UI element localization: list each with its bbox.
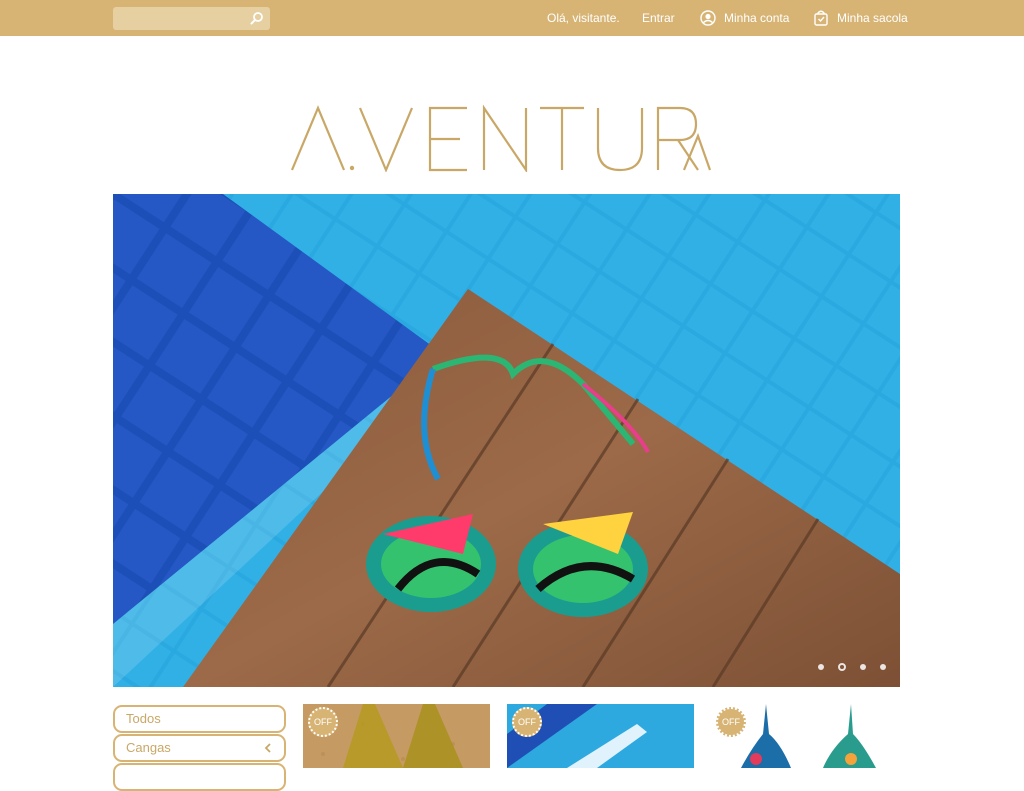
login-label[interactable]: Entrar [642,11,675,25]
carousel-dots [818,663,886,671]
carousel-dot[interactable] [880,664,886,670]
category-label: Cangas [126,740,171,755]
top-bar: Olá, visitante. Entrar Minha conta Minha… [0,0,1024,36]
carousel-dot[interactable] [818,664,824,670]
bag-label[interactable]: Minha sacola [837,11,908,25]
search-input[interactable] [113,7,249,30]
category-todos[interactable]: Todos [113,705,286,733]
bag-link[interactable]: Minha sacola [813,0,908,36]
hero-image [113,194,900,687]
brand-logo[interactable] [290,104,724,172]
user-circle-icon [700,10,716,26]
account-label[interactable]: Minha conta [724,11,789,25]
search-box[interactable] [113,7,270,30]
account-link[interactable]: Minha conta [700,0,789,36]
product-card[interactable]: OFF [711,704,898,768]
search-icon[interactable] [250,11,264,25]
chevron-left-icon [264,743,271,753]
product-card[interactable]: OFF [303,704,490,768]
carousel-dot[interactable] [860,664,866,670]
category-label: Todos [126,711,161,726]
greeting-label: Olá, visitante. [547,11,620,25]
carousel-dot-active[interactable] [838,663,846,671]
category-item[interactable] [113,763,286,791]
product-card[interactable]: OFF [507,704,694,768]
login-link[interactable]: Entrar [642,0,675,36]
shopping-bag-icon [814,10,828,26]
hero-banner[interactable] [113,194,900,687]
discount-badge: OFF [716,707,746,737]
discount-badge: OFF [308,707,338,737]
category-cangas[interactable]: Cangas [113,734,286,762]
discount-badge: OFF [512,707,542,737]
greeting-text: Olá, visitante. [547,0,620,36]
